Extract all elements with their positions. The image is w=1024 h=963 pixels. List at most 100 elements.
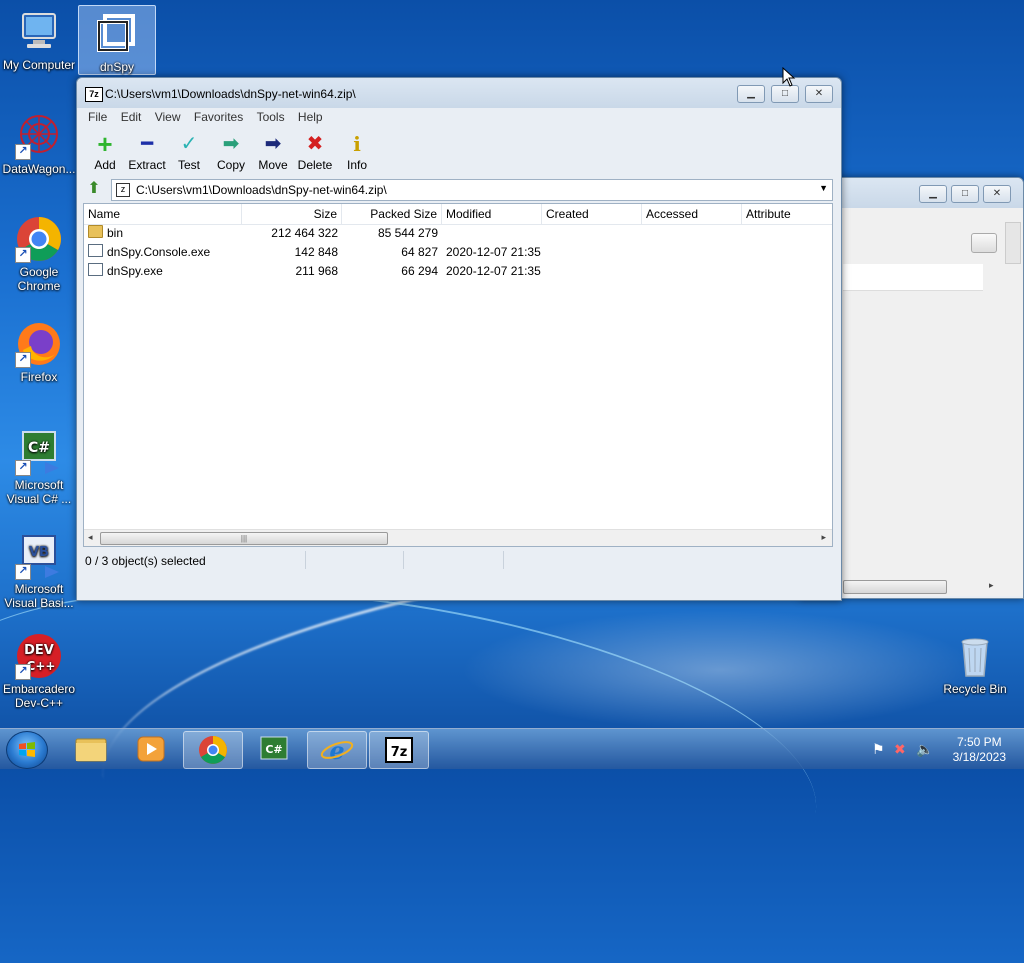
shortcut-arrow-icon: ↗ (15, 664, 31, 680)
column-header-packed-size[interactable]: Packed Size (342, 204, 442, 224)
taskbar-visual-csharp[interactable]: C# (245, 731, 303, 767)
action-center-flag-icon[interactable]: ⚑ (872, 741, 885, 758)
column-header-size[interactable]: Size (242, 204, 342, 224)
test-label: Test (177, 158, 200, 172)
address-bar: ⬆ z C:\Users\vm1\Downloads\dnSpy-net-win… (83, 178, 833, 201)
folder-icon (75, 738, 107, 762)
menu-edit[interactable]: Edit (116, 108, 147, 126)
desktop-icon-visual-csharp[interactable]: C# ↗ Microsoft Visual C# ... (0, 428, 78, 506)
taskbar-media-player[interactable] (122, 731, 180, 767)
vertical-scrollbar[interactable] (1005, 222, 1021, 264)
taskbar-chrome[interactable] (183, 731, 243, 769)
taskbar: C# e 7z ⚑ ✖ 🔈 7:50 PM 3/18/2023 (0, 728, 1024, 769)
scroll-right-icon[interactable]: ▸ (989, 580, 994, 591)
up-folder-icon[interactable]: ⬆ (85, 180, 103, 198)
column-header-created[interactable]: Created (542, 204, 642, 224)
add-button[interactable]: + Add (83, 128, 127, 174)
minimize-button[interactable]: ▁ (919, 185, 947, 203)
desktop-icon-dnspy[interactable]: dnSpy (78, 5, 156, 75)
svg-text:C#: C# (28, 440, 50, 456)
chevron-down-icon[interactable]: ▼ (819, 183, 828, 193)
maximize-button[interactable]: □ (771, 85, 799, 103)
copy-button[interactable]: ➡ Copy (209, 128, 253, 174)
horizontal-scrollbar-thumb[interactable] (843, 580, 947, 594)
desktop-icon-label: Google Chrome (17, 265, 61, 293)
column-header-attribute[interactable]: Attribute (742, 204, 832, 224)
shortcut-arrow-icon: ↗ (15, 352, 31, 368)
media-player-icon (137, 736, 165, 762)
horizontal-scrollbar[interactable]: ◂ ||| ▸ (84, 529, 832, 546)
svg-text:DEV: DEV (24, 643, 54, 658)
table-row[interactable]: dnSpy.exe 211 968 66 294 2020-12-07 21:3… (84, 262, 832, 281)
minus-icon: ━ (140, 133, 154, 155)
7zip-window[interactable]: 7z C:\Users\vm1\Downloads\dnSpy-net-win6… (76, 77, 842, 601)
desktop-icon-label: DataWagon... (2, 162, 76, 176)
7zip-app-icon: 7z (85, 87, 103, 102)
file-name-cell: dnSpy.exe (88, 262, 163, 281)
visual-csharp-icon: C# ↗ (15, 428, 63, 476)
desktop-icon-label: Recycle Bin (943, 682, 1007, 696)
taskbar-internet-explorer[interactable]: e (307, 731, 367, 769)
close-button[interactable]: ✕ (805, 85, 833, 103)
info-button[interactable]: i Info (335, 128, 379, 174)
start-button[interactable] (6, 731, 48, 769)
background-window-button[interactable] (971, 233, 997, 253)
network-error-icon[interactable]: ✖ (894, 741, 906, 758)
dnspy-icon (93, 10, 141, 58)
table-row[interactable]: dnSpy.Console.exe 142 848 64 827 2020-12… (84, 243, 832, 262)
menu-help[interactable]: Help (293, 108, 328, 126)
chrome-icon: ↗ (15, 215, 63, 263)
clock[interactable]: 7:50 PM 3/18/2023 (953, 735, 1006, 765)
executable-icon (88, 263, 103, 276)
menu-favorites[interactable]: Favorites (189, 108, 248, 126)
desktop-icon-visual-basic[interactable]: VB ↗ Microsoft Visual Basi... (0, 532, 78, 610)
maximize-button[interactable]: □ (951, 185, 979, 203)
7zip-icon: 7z (385, 737, 413, 763)
column-header-modified[interactable]: Modified (442, 204, 542, 224)
file-name-cell: bin (88, 224, 123, 243)
scroll-right-icon[interactable]: ▸ (821, 532, 826, 543)
table-row[interactable]: bin 212 464 322 85 544 279 (84, 224, 832, 243)
desktop-icon-dev-cpp[interactable]: DEV C++ ↗ Embarcadero Dev-C++ (0, 632, 78, 710)
column-header-name[interactable]: Name (84, 204, 242, 224)
clock-time: 7:50 PM (956, 735, 1002, 749)
packed-size-cell: 64 827 (401, 245, 438, 259)
address-input[interactable]: z C:\Users\vm1\Downloads\dnSpy-net-win64… (111, 179, 833, 201)
mouse-cursor-icon (782, 67, 796, 87)
scroll-left-icon[interactable]: ◂ (88, 532, 93, 543)
extract-button[interactable]: ━ Extract (125, 128, 169, 174)
desktop-icon-my-computer[interactable]: My Computer (0, 8, 78, 72)
taskbar-7zip[interactable]: 7z (369, 731, 429, 769)
shortcut-arrow-icon: ↗ (15, 144, 31, 160)
desktop-icon-firefox[interactable]: ↗ Firefox (0, 320, 78, 384)
window-title: C:\Users\vm1\Downloads\dnSpy-net-win64.z… (105, 87, 356, 101)
info-icon: i (353, 132, 361, 156)
minimize-button[interactable]: ▁ (737, 85, 765, 103)
status-bar: 0 / 3 object(s) selected (83, 551, 831, 571)
window-titlebar[interactable]: 7z C:\Users\vm1\Downloads\dnSpy-net-win6… (77, 78, 841, 108)
shortcut-arrow-icon: ↗ (15, 247, 31, 263)
menu-bar: File Edit View Favorites Tools Help (83, 108, 328, 126)
close-button[interactable]: ✕ (983, 185, 1011, 203)
desktop-icon-google-chrome[interactable]: ↗ Google Chrome (0, 215, 78, 293)
test-button[interactable]: ✓ Test (167, 128, 211, 174)
check-icon: ✓ (180, 133, 198, 155)
delete-button[interactable]: ✖ Delete (293, 128, 337, 174)
background-window-list (843, 264, 983, 291)
menu-view[interactable]: View (150, 108, 186, 126)
file-list[interactable]: Name Size Packed Size Modified Created A… (83, 203, 833, 547)
column-header-accessed[interactable]: Accessed (642, 204, 742, 224)
packed-size-cell: 66 294 (401, 264, 438, 278)
desktop-icon-label: My Computer (2, 58, 76, 72)
speaker-icon[interactable]: 🔈 (916, 741, 933, 758)
menu-file[interactable]: File (83, 108, 112, 126)
system-tray: ⚑ ✖ 🔈 7:50 PM 3/18/2023 (864, 733, 1014, 767)
desktop-icon-datawagon[interactable]: ↗ DataWagon... (0, 112, 78, 176)
horizontal-scrollbar-thumb[interactable]: ||| (100, 532, 388, 545)
move-button[interactable]: ➡ Move (251, 128, 295, 174)
menu-tools[interactable]: Tools (252, 108, 290, 126)
taskbar-file-explorer[interactable] (62, 731, 120, 767)
desktop-icon-recycle-bin[interactable]: Recycle Bin (936, 632, 1014, 696)
modified-cell: 2020-12-07 21:35 (446, 264, 541, 278)
chrome-icon (199, 736, 227, 764)
